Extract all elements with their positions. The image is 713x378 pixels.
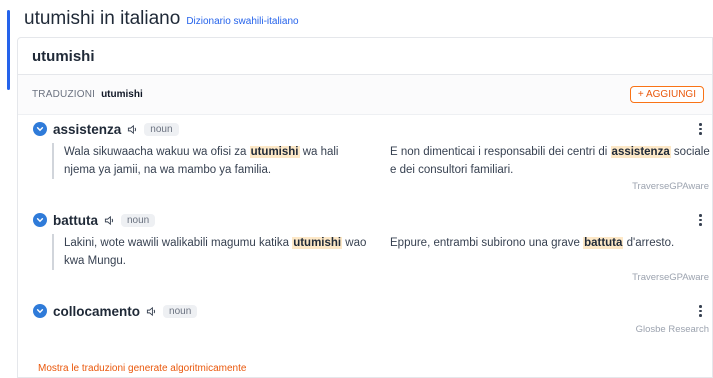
source-credit: Glosbe Research xyxy=(635,324,709,335)
translations-header: TRADUZIONI utumishi + AGGIUNGI xyxy=(18,75,712,115)
show-algorithmic-translations-link[interactable]: Mostra le traduzioni generate algoritmic… xyxy=(38,363,246,374)
translation-word[interactable]: battuta xyxy=(53,213,98,228)
translation-word[interactable]: assistenza xyxy=(53,122,121,137)
translation-entry: collocamento noun Glosbe Research xyxy=(17,302,713,335)
source-credit: TraverseGPAware xyxy=(632,272,709,283)
left-accent-bar xyxy=(0,0,12,90)
more-options-icon[interactable] xyxy=(699,123,703,135)
page-header: utumishi in italiano Dizionario swahili-… xyxy=(24,8,299,30)
speaker-icon[interactable] xyxy=(146,306,157,317)
part-of-speech-badge: noun xyxy=(163,304,198,318)
example-target: Eppure, entrambi subirono una grave batt… xyxy=(390,237,675,249)
dictionary-link[interactable]: Dizionario swahili-italiano xyxy=(186,16,298,27)
example-target: E non dimenticai i responsabili dei cent… xyxy=(390,146,710,176)
chevron-down-icon[interactable] xyxy=(33,213,47,227)
part-of-speech-badge: noun xyxy=(121,213,156,227)
translation-entry: assistenza noun Wala sikuwaacha wakuu wa… xyxy=(17,120,713,198)
translations-label: TRADUZIONI utumishi xyxy=(32,89,143,100)
example-source: Lakini, wote wawili walikabili magumu ka… xyxy=(52,234,372,270)
chevron-down-icon[interactable] xyxy=(33,122,47,136)
part-of-speech-badge: noun xyxy=(144,122,179,136)
example-source: Wala sikuwaacha wakuu wa ofisi za utumis… xyxy=(52,143,372,179)
search-term: utumishi xyxy=(18,38,712,75)
translation-entry: battuta noun Lakini, wote wawili walikab… xyxy=(17,211,713,289)
translation-word[interactable]: collocamento xyxy=(53,304,140,319)
chevron-down-icon[interactable] xyxy=(33,304,47,318)
more-options-icon[interactable] xyxy=(699,305,703,317)
translations-card: utumishi TRADUZIONI utumishi + AGGIUNGI xyxy=(17,37,713,378)
more-options-icon[interactable] xyxy=(699,214,703,226)
source-credit: TraverseGPAware xyxy=(632,181,709,192)
add-translation-button[interactable]: + AGGIUNGI xyxy=(629,86,704,103)
speaker-icon[interactable] xyxy=(104,215,115,226)
page-title: utumishi in italiano xyxy=(24,8,181,29)
speaker-icon[interactable] xyxy=(127,124,138,135)
